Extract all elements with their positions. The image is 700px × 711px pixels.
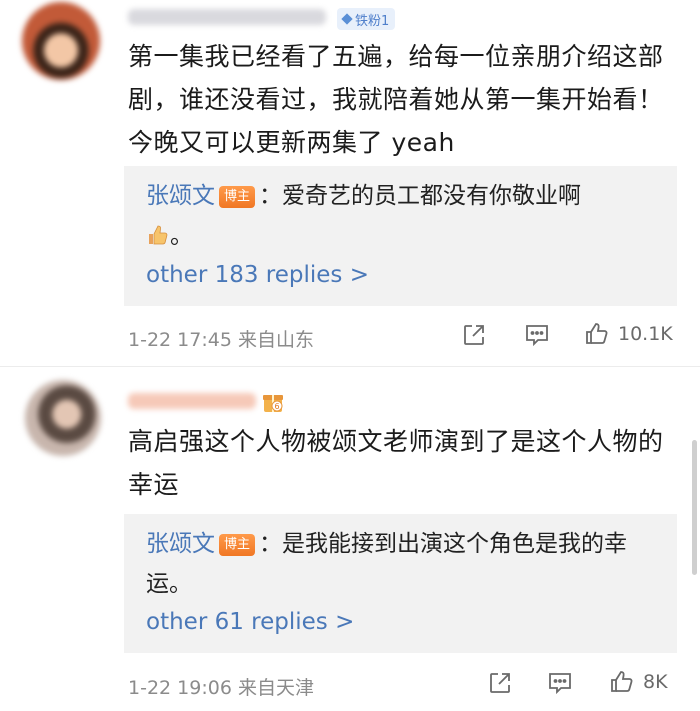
comment-icon [549, 673, 571, 695]
comment-text: 高启强这个人物被颂文老师演到了是这个人物的幸运 [128, 427, 664, 499]
reply-line: 张颂文 博主 ：是我能接到出演这个角色是我的幸运。 [146, 524, 657, 604]
comment-button[interactable] [547, 670, 573, 696]
gift-badge-icon[interactable]: 6 [262, 390, 284, 414]
more-replies-link[interactable]: other 61 replies > [146, 609, 354, 635]
avatar[interactable] [25, 380, 101, 456]
comment-time: 1-22 19:06 [128, 677, 232, 699]
comment-meta: 1-22 19:06 来自天津 [128, 673, 314, 700]
reply-author[interactable]: 张颂文 [146, 531, 215, 557]
username-blurred[interactable] [128, 393, 256, 409]
comment-item: 铁粉1 第一集我已经看了五遍，给每一位亲朋介绍这部剧，谁还没看过，我就陪着她从第… [0, 0, 700, 368]
divider [0, 366, 700, 367]
reply-box[interactable]: 张颂文 博主 ：是我能接到出演这个角色是我的幸运。 other 61 replies… [124, 514, 677, 653]
comment-item: 6 高启强这个人物被颂文老师演到了是这个人物的幸运 张颂文 博主 ：是我能接到出演这… [0, 368, 700, 711]
comment-text: 第一集我已经看了五遍，给每一位亲朋介绍这部剧，谁还没看过，我就陪着她从第一集开始… [128, 42, 664, 157]
reply-text: ：爱奇艺的员工都没有你敬业啊 [259, 183, 582, 209]
host-badge: 博主 [219, 534, 256, 556]
more-replies-link[interactable]: other 183 replies > [146, 262, 369, 288]
host-badge: 博主 [219, 186, 256, 208]
comment-meta: 1-22 17:45 来自山东 [128, 325, 314, 352]
share-button[interactable] [461, 322, 487, 348]
reply-box[interactable]: 张颂文 博主 ：爱奇艺的员工都没有你敬业啊 。 other 183 replies … [124, 166, 677, 306]
comment-location: 来自天津 [237, 677, 314, 699]
like-button[interactable]: 10.1K [584, 321, 673, 347]
scrollbar-thumb[interactable] [692, 440, 697, 575]
share-icon [464, 325, 484, 345]
comment-location: 来自山东 [237, 329, 314, 351]
reply-text-suffix: 。 [170, 223, 193, 249]
comment-time: 1-22 17:45 [128, 329, 232, 351]
comment-button[interactable] [524, 322, 550, 348]
reply-author[interactable]: 张颂文 [146, 183, 215, 209]
svg-text:6: 6 [274, 402, 279, 411]
avatar[interactable] [22, 2, 100, 80]
fan-badge[interactable]: 铁粉1 [337, 8, 396, 30]
username-blurred[interactable] [128, 9, 326, 25]
like-icon [586, 323, 608, 344]
diamond-icon [341, 13, 353, 25]
fan-badge-label: 铁粉1 [355, 13, 390, 29]
like-button[interactable]: 8K [609, 669, 668, 695]
like-count: 8K [643, 671, 668, 693]
like-count: 10.1K [618, 323, 673, 345]
thumbs-up-emoji [149, 225, 168, 245]
reply-line: 张颂文 博主 ：爱奇艺的员工都没有你敬业啊 。 [146, 176, 657, 256]
like-icon [611, 671, 633, 692]
share-icon [490, 673, 510, 693]
share-button[interactable] [487, 670, 513, 696]
comment-icon [526, 325, 548, 347]
